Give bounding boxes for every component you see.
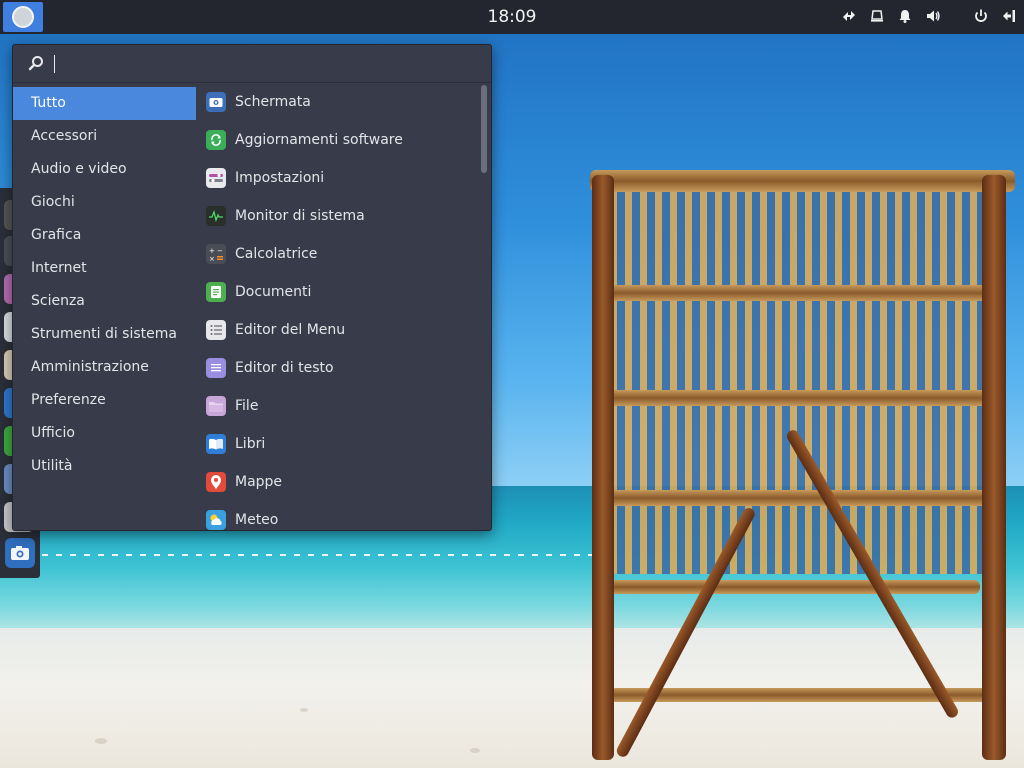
app-item-label: Calcolatrice	[235, 246, 318, 262]
category-item[interactable]: Giochi	[13, 186, 196, 219]
app-item[interactable]: Mappe	[196, 463, 476, 501]
dock-item-screenshot[interactable]	[5, 538, 35, 568]
system-monitor-icon	[206, 206, 226, 226]
app-item-label: Aggiornamenti software	[235, 132, 403, 148]
app-item[interactable]: Aggiornamenti software	[196, 121, 476, 159]
top-panel: 18:09	[0, 0, 1024, 34]
settings-icon	[206, 168, 226, 188]
app-list-scrollbar[interactable]	[481, 85, 487, 529]
category-item[interactable]: Tutto	[13, 87, 196, 120]
app-item[interactable]: Meteo	[196, 501, 476, 530]
search-icon	[28, 56, 43, 71]
app-item[interactable]: Editor di testo	[196, 349, 476, 387]
app-item[interactable]: Libri	[196, 425, 476, 463]
app-item[interactable]: Documenti	[196, 273, 476, 311]
category-list: Tutto Accessori Audio e video Giochi Grafica…	[13, 87, 196, 483]
category-item[interactable]: Preferenze	[13, 384, 196, 417]
notifications-icon[interactable]	[896, 7, 914, 25]
wallpaper-chair	[580, 160, 1020, 768]
app-item-label: File	[235, 398, 259, 414]
category-item[interactable]: Strumenti di sistema	[13, 318, 196, 351]
app-item-label: Editor di testo	[235, 360, 334, 376]
app-item[interactable]: Impostazioni	[196, 159, 476, 197]
scrollbar-thumb[interactable]	[481, 85, 487, 173]
screenshot-icon	[206, 92, 226, 112]
category-item[interactable]: Amministrazione	[13, 351, 196, 384]
network-icon[interactable]	[840, 7, 858, 25]
svg-text:−: −	[217, 247, 223, 255]
system-tray	[840, 7, 1018, 25]
tray-separator	[952, 7, 962, 25]
app-item[interactable]: Monitor di sistema	[196, 197, 476, 235]
category-item[interactable]: Internet	[13, 252, 196, 285]
app-item-label: Mappe	[235, 474, 283, 490]
app-item[interactable]: + − × Calcolatrice	[196, 235, 476, 273]
app-item-label: Libri	[235, 436, 266, 452]
app-item-label: Monitor di sistema	[235, 208, 365, 224]
volume-icon[interactable]	[924, 7, 942, 25]
svg-text:×: ×	[209, 255, 215, 262]
power-icon[interactable]	[972, 7, 990, 25]
category-item[interactable]: Audio e video	[13, 153, 196, 186]
screenshot-icon	[11, 546, 29, 560]
maps-icon	[206, 472, 226, 492]
category-item[interactable]: Grafica	[13, 219, 196, 252]
app-item-label: Editor del Menu	[235, 322, 346, 338]
app-item-label: Impostazioni	[235, 170, 325, 186]
weather-icon	[206, 510, 226, 530]
text-caret	[54, 55, 55, 73]
app-item-label: Documenti	[235, 284, 312, 300]
application-menu: Tutto Accessori Audio e video Giochi Grafica…	[12, 44, 492, 531]
menu-search-bar	[13, 45, 491, 83]
app-item[interactable]: Editor del Menu	[196, 311, 476, 349]
app-item-label: Meteo	[235, 512, 279, 528]
books-icon	[206, 434, 226, 454]
files-icon	[206, 396, 226, 416]
app-item[interactable]: Schermata	[196, 83, 476, 121]
wallpaper-buoy-line	[0, 554, 600, 556]
calculator-icon: + − ×	[206, 244, 226, 264]
software-update-icon	[206, 130, 226, 150]
menu-editor-icon	[206, 320, 226, 340]
app-list: Schermata Aggiornamenti software Impostazi…	[196, 83, 476, 530]
app-item[interactable]: File	[196, 387, 476, 425]
category-item[interactable]: Scienza	[13, 285, 196, 318]
category-item[interactable]: Utilità	[13, 450, 196, 483]
search-input[interactable]	[53, 52, 473, 76]
text-editor-icon	[206, 358, 226, 378]
category-item[interactable]: Ufficio	[13, 417, 196, 450]
documents-icon	[206, 282, 226, 302]
category-item[interactable]: Accessori	[13, 120, 196, 153]
app-item-label: Schermata	[235, 94, 311, 110]
logout-icon[interactable]	[1000, 7, 1018, 25]
display-icon[interactable]	[868, 7, 886, 25]
svg-text:+: +	[209, 247, 215, 255]
